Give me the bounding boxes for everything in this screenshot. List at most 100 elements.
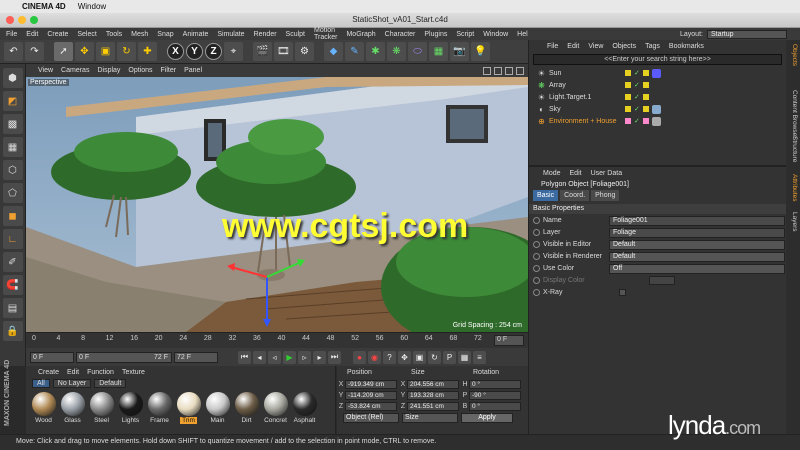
attr-radio[interactable] (533, 265, 540, 272)
app-menu-motion-tracker[interactable]: Motion Tracker (314, 27, 337, 41)
object-tag-icon[interactable] (651, 104, 661, 114)
enabled-check-icon[interactable]: ✓ (634, 69, 640, 77)
model-mode-icon[interactable]: ◩ (2, 91, 23, 111)
max-frame-field[interactable]: 72 F (174, 351, 218, 363)
z-axis-icon[interactable]: Z (205, 43, 222, 60)
object-tag-icon[interactable] (651, 68, 661, 78)
object-search-field[interactable]: <<Enter your search string here>> (533, 54, 782, 65)
app-menu-tools[interactable]: Tools (106, 31, 122, 38)
material-menu-create[interactable]: Create (38, 369, 59, 376)
right-tab-objects[interactable]: Objects (791, 44, 798, 66)
attr-radio[interactable] (533, 289, 540, 296)
attr-radio[interactable] (533, 241, 540, 248)
material-concret[interactable]: Concret (262, 392, 289, 424)
prev-key-icon[interactable]: ◂ (253, 350, 266, 364)
coords-size-field[interactable]: 241.551 cm (407, 401, 459, 411)
coordinate-system-icon[interactable]: ⌖ (224, 42, 243, 61)
attr-radio[interactable] (533, 229, 540, 236)
timeline-icon[interactable]: ≡ (473, 350, 486, 364)
viewport-move-icon[interactable] (483, 66, 491, 75)
material-steel[interactable]: Steel (88, 392, 115, 424)
enabled-check-icon[interactable]: ✓ (634, 81, 640, 89)
make-editable-icon[interactable]: ⬢ (2, 68, 23, 88)
enabled-check-icon[interactable]: ✓ (634, 105, 640, 113)
render-visibility-dot[interactable] (642, 106, 649, 112)
editor-visibility-dot[interactable] (625, 118, 631, 124)
coords-rotation-field[interactable]: 0 ° (469, 401, 521, 411)
undo-icon[interactable]: ↶ (4, 42, 23, 61)
viewport-menu-view[interactable]: View (38, 67, 53, 74)
y-axis-icon[interactable]: Y (186, 43, 203, 60)
add-tool-icon[interactable]: ✚ (138, 42, 157, 61)
attr-radio[interactable] (533, 277, 540, 284)
select-tool-icon[interactable]: ➚ (54, 42, 73, 61)
next-frame-icon[interactable]: ▹ (298, 350, 311, 364)
3d-viewport[interactable]: Perspective www.cgtsj.com Grid Spacing :… (26, 77, 528, 332)
tab-coord[interactable]: Coord. (560, 190, 590, 201)
right-tab-attributes[interactable]: Attributes (791, 174, 798, 201)
material-dirt[interactable]: Dirt (233, 392, 260, 424)
viewport-menu-filter[interactable]: Filter (161, 67, 177, 74)
rotate-tool-icon[interactable]: ↻ (117, 42, 136, 61)
editor-visibility-dot[interactable] (625, 70, 631, 76)
param-key-icon[interactable]: P (443, 350, 456, 364)
coords-position-field[interactable]: -53.824 cm (345, 401, 397, 411)
scale-tool-icon[interactable]: ▣ (96, 42, 115, 61)
coords-size-select[interactable]: Size (402, 413, 458, 423)
play-icon[interactable]: ▶ (283, 350, 296, 364)
material-trim[interactable]: Trim (175, 392, 202, 424)
filter-default[interactable]: Default (94, 379, 127, 388)
app-menu-sculpt[interactable]: Sculpt (286, 31, 305, 38)
coords-size-field[interactable]: 204.556 cm (407, 379, 459, 389)
layout-select[interactable]: Startup (706, 29, 787, 39)
object-menu-bookmarks[interactable]: Bookmarks (669, 43, 704, 50)
texture-mode-icon[interactable]: ▩ (2, 114, 23, 134)
attr-radio[interactable] (533, 253, 540, 260)
object-row[interactable]: ☀ Light.Target.1 ✓ (529, 91, 786, 103)
deformer-icon[interactable]: ⬭ (408, 42, 427, 61)
coords-size-field[interactable]: 193.328 cm (407, 390, 459, 400)
record-icon[interactable]: ● (353, 350, 366, 364)
enabled-check-icon[interactable]: ✓ (634, 117, 640, 125)
app-name[interactable]: CINEMA 4D (22, 2, 66, 11)
object-row[interactable]: ☀ Sun ✓ (529, 67, 786, 79)
app-menu-render[interactable]: Render (254, 31, 277, 38)
viewport-rotate-icon[interactable] (505, 66, 513, 75)
redo-icon[interactable]: ↷ (25, 42, 44, 61)
next-key-icon[interactable]: ▸ (313, 350, 326, 364)
scene-icon[interactable]: ▦ (429, 42, 448, 61)
app-menu-animate[interactable]: Animate (183, 31, 209, 38)
filter-no-layer[interactable]: No Layer (52, 379, 92, 388)
tab-basic[interactable]: Basic (533, 190, 559, 201)
viewport-menu-display[interactable]: Display (97, 67, 120, 74)
attr-menu-user-data[interactable]: User Data (591, 170, 623, 177)
render-view-icon[interactable]: 🎬 (253, 42, 272, 61)
attr-visible-in-renderer-select[interactable]: Default (609, 251, 785, 262)
subdivision-icon[interactable]: ✱ (366, 42, 385, 61)
app-menu-edit[interactable]: Edit (26, 31, 38, 38)
preview-range-field[interactable]: 0 F 72 F (76, 351, 172, 363)
mac-menu-window[interactable]: Window (78, 2, 106, 11)
timeline-ruler[interactable]: 0 F 0 4 8 12 16 20 24 28 32 36 40 44 48 52 56 60 64 68 72 (26, 332, 528, 348)
object-menu-edit[interactable]: Edit (567, 43, 579, 50)
render-visibility-dot[interactable] (642, 70, 649, 76)
viewport-menu-cameras[interactable]: Cameras (61, 67, 89, 74)
object-row[interactable]: ❋ Array ✓ (529, 79, 786, 91)
editor-visibility-dot[interactable] (625, 94, 631, 100)
material-main[interactable]: Main (204, 392, 231, 424)
render-visibility-dot[interactable] (642, 94, 649, 100)
workplane-icon[interactable]: ▦ (2, 137, 23, 157)
prev-frame-icon[interactable]: ◃ (268, 350, 281, 364)
cube-icon[interactable]: ◆ (324, 42, 343, 61)
right-tab-structure[interactable]: Structure (791, 136, 798, 162)
apply-button[interactable]: Apply (461, 413, 513, 423)
app-menu-file[interactable]: File (6, 31, 17, 38)
editor-visibility-dot[interactable] (625, 82, 631, 88)
object-tag-icon[interactable] (651, 116, 661, 126)
render-visibility-dot[interactable] (642, 82, 649, 88)
object-menu-file[interactable]: File (547, 43, 558, 50)
app-menu-script[interactable]: Script (456, 31, 474, 38)
right-tab-layers[interactable]: Layers (791, 212, 798, 232)
attr-name-field[interactable]: Foliage001 (609, 215, 785, 226)
attr-use-color-select[interactable]: Off (609, 263, 785, 274)
